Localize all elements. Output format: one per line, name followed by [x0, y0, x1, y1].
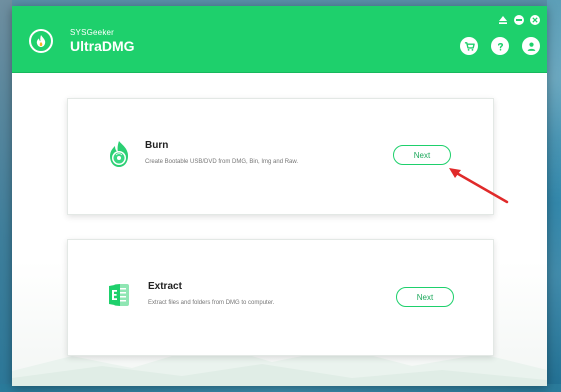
title-bar: SYSGeeker UltraDMG	[12, 6, 547, 73]
burn-next-button[interactable]: Next	[393, 145, 451, 165]
app-logo-icon	[29, 29, 53, 53]
desktop-background-left	[0, 0, 12, 392]
extract-file-icon	[106, 280, 132, 310]
burn-description: Create Bootable USB/DVD from DMG, Bin, I…	[145, 159, 299, 165]
brand-product-name: UltraDMG	[70, 38, 135, 54]
help-icon[interactable]	[491, 37, 509, 55]
desktop-background-right	[547, 0, 561, 392]
main-content: Burn Create Bootable USB/DVD from DMG, B…	[12, 73, 547, 386]
burn-card: Burn Create Bootable USB/DVD from DMG, B…	[67, 98, 494, 215]
brand-company-name: SYSGeeker	[70, 28, 115, 37]
minimize-icon[interactable]	[514, 15, 524, 25]
close-icon[interactable]	[530, 15, 540, 25]
annotation-arrow-icon	[449, 168, 509, 204]
burn-disc-icon	[106, 139, 132, 169]
burn-title: Burn	[145, 140, 169, 151]
extract-title: Extract	[148, 281, 182, 292]
eject-icon[interactable]	[498, 15, 508, 25]
extract-card: Extract Extract files and folders from D…	[67, 239, 494, 356]
user-icon[interactable]	[522, 37, 540, 55]
extract-next-button[interactable]: Next	[396, 287, 454, 307]
extract-description: Extract files and folders from DMG to co…	[148, 300, 275, 306]
cart-icon[interactable]	[460, 37, 478, 55]
